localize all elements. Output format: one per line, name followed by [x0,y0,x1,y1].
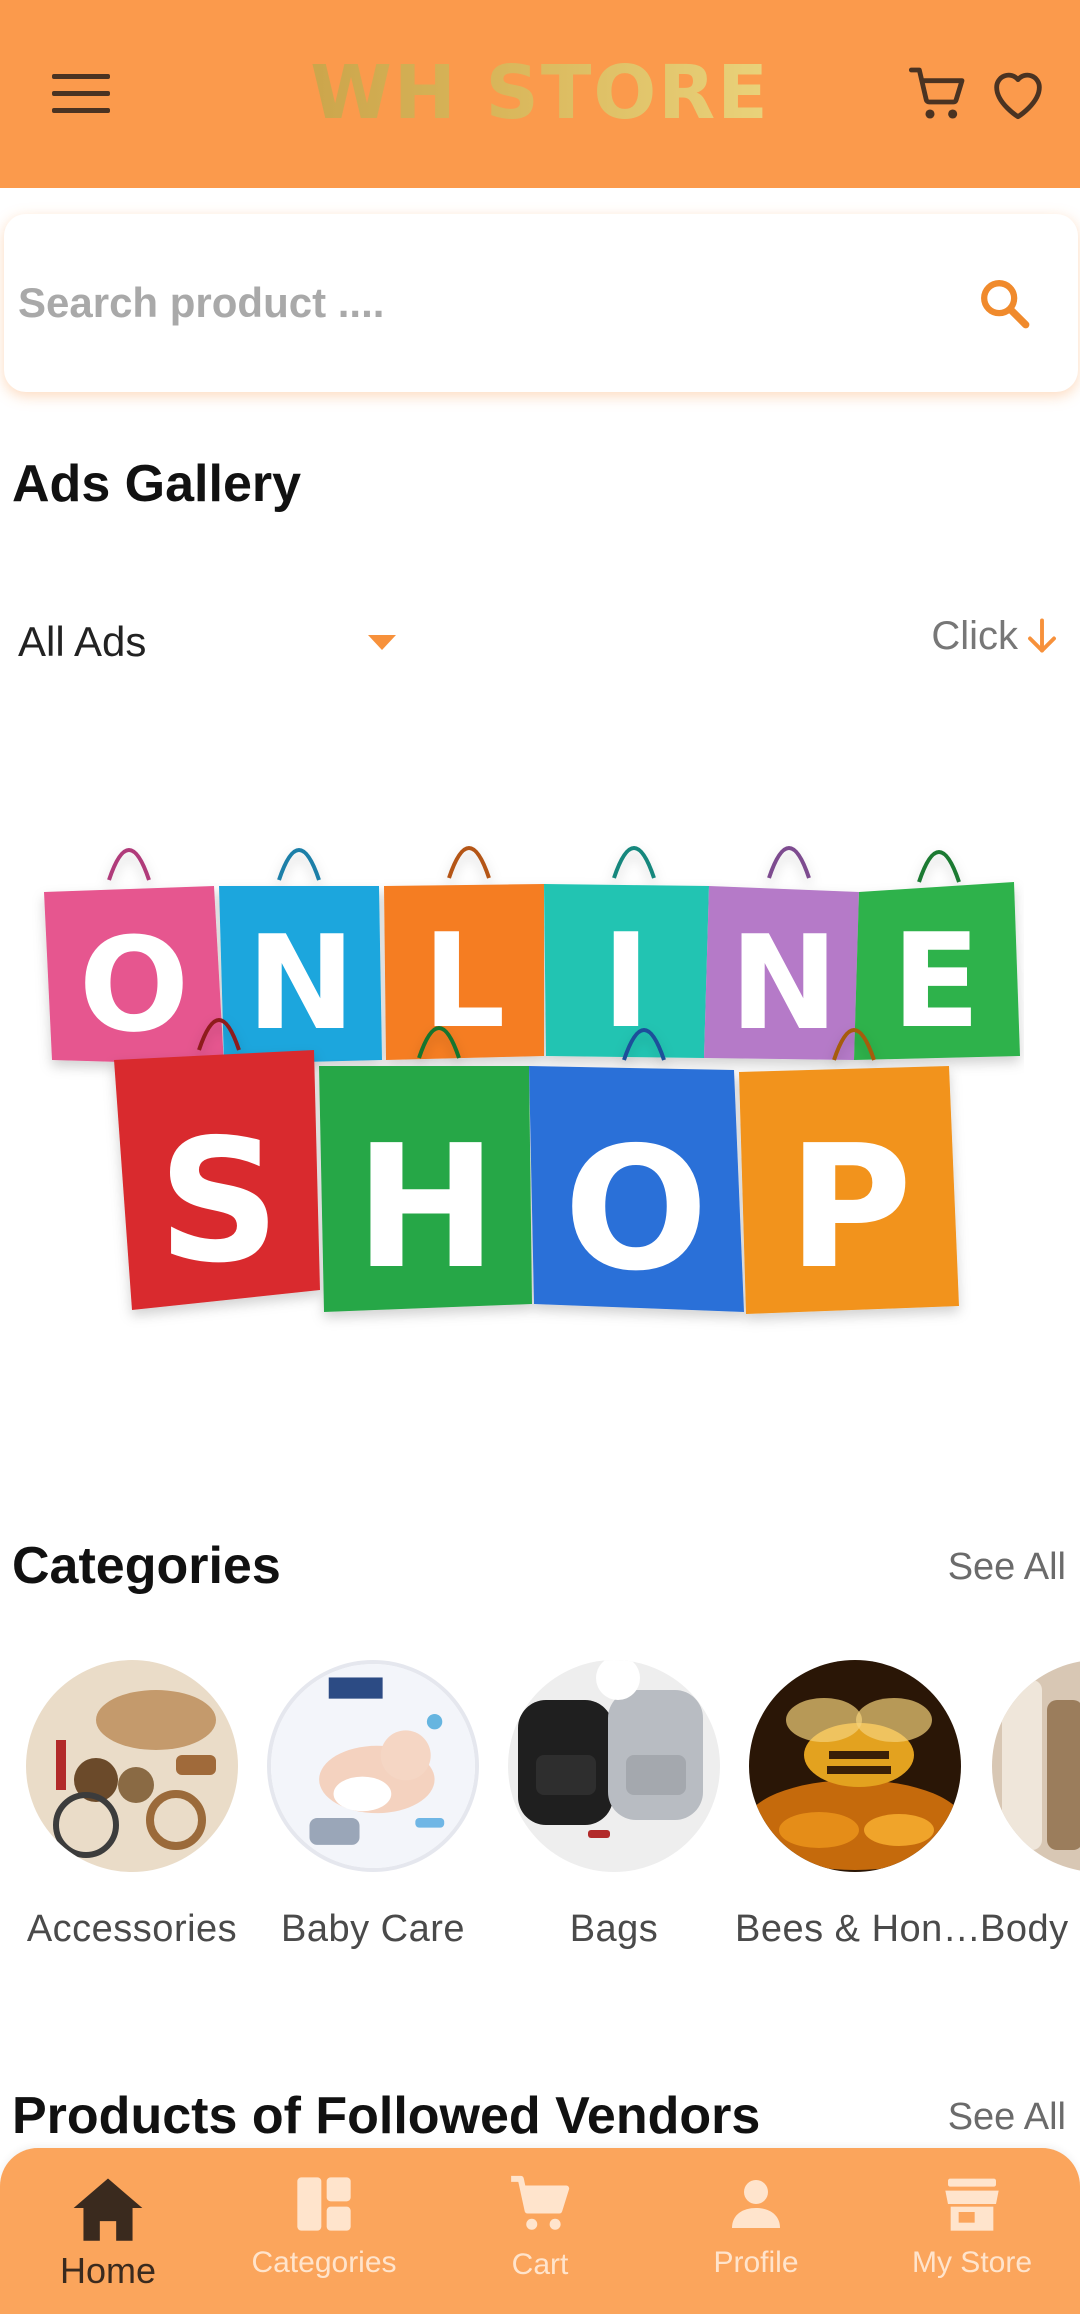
online-shop-bags-image: O N L I N E S H O P [44,846,1020,1314]
search-bar [4,214,1078,392]
nav-categories[interactable]: Categories [216,2148,432,2314]
cart-icon [511,2175,570,2230]
category-item[interactable]: Accessories [12,1660,252,1951]
cart-icon [908,67,965,119]
search-input[interactable] [18,263,878,343]
category-image-bees-honey [749,1660,961,1872]
banner-letter: P [788,1109,913,1307]
banner-letter: L [423,905,506,1057]
banner-letter: N [247,907,356,1059]
ads-filter-dropdown[interactable]: All Ads [18,612,398,672]
nav-my-store[interactable]: My Store [864,2148,1080,2314]
search-icon [981,280,1030,329]
menu-button[interactable] [46,59,116,129]
category-item[interactable]: Bags [494,1660,734,1951]
nav-cart[interactable]: Cart [432,2148,648,2314]
click-label: Click [931,614,1018,658]
category-image-bags [508,1660,720,1872]
followed-vendors-see-all[interactable]: See All [948,2096,1066,2139]
ads-gallery-title: Ads Gallery [12,455,302,513]
favorites-button[interactable] [984,60,1052,128]
followed-vendors-title: Products of Followed Vendors [12,2087,761,2145]
nav-label: Home [59,2250,157,2291]
nav-home[interactable]: Home [0,2148,216,2314]
banner-letter: I [602,905,650,1057]
categories-list: Accessories Baby Care Bags Bees & Hon… B… [0,1660,1080,1980]
store-icon [945,2178,999,2231]
nav-label: My Store [911,2246,1033,2279]
category-image-accessories [26,1660,238,1872]
banner-letter: E [892,905,981,1057]
nav-profile[interactable]: Profile [648,2148,864,2314]
nav-label: Cart [511,2248,569,2281]
banner-letter: O [79,909,190,1061]
arrow-down-icon [1028,618,1056,652]
hamburger-menu-icon [52,74,110,113]
category-item[interactable]: Body [976,1660,1080,1951]
nav-label: Profile [713,2246,799,2279]
banner-letter: H [355,1109,497,1307]
category-label: Bees & Hon… [735,1908,982,1950]
category-item[interactable]: Baby Care [253,1660,493,1951]
banner-letter: N [730,907,839,1059]
category-label: Accessories [26,1908,238,1950]
categories-title: Categories [12,1537,281,1595]
dashboard-icon [297,2177,351,2231]
search-button[interactable] [970,269,1038,337]
cart-button[interactable] [904,60,972,128]
category-label: Baby Care [280,1908,466,1950]
category-image-baby-care [267,1660,479,1872]
banner-letter: S [158,1103,280,1301]
heart-outline-icon [994,72,1042,120]
category-label: Bags [569,1908,659,1950]
home-icon [73,2178,143,2241]
click-link[interactable]: Click [931,614,1060,659]
banner-letter: O [564,1111,709,1309]
category-label: Body [980,1908,1069,1950]
ad-banner[interactable]: O N L I N E S H O P [24,820,1024,1340]
app-bar: WH STORE [0,0,1080,188]
category-item[interactable]: Bees & Hon… [735,1660,982,1951]
caret-down-icon [368,635,396,650]
categories-see-all[interactable]: See All [948,1546,1066,1589]
category-image-body [992,1660,1080,1872]
nav-label: Categories [251,2246,397,2279]
bottom-navigation: Home Categories Cart Profile My Store [0,2148,1080,2314]
person-icon [732,2180,780,2228]
ads-filter-selected: All Ads [18,618,147,665]
